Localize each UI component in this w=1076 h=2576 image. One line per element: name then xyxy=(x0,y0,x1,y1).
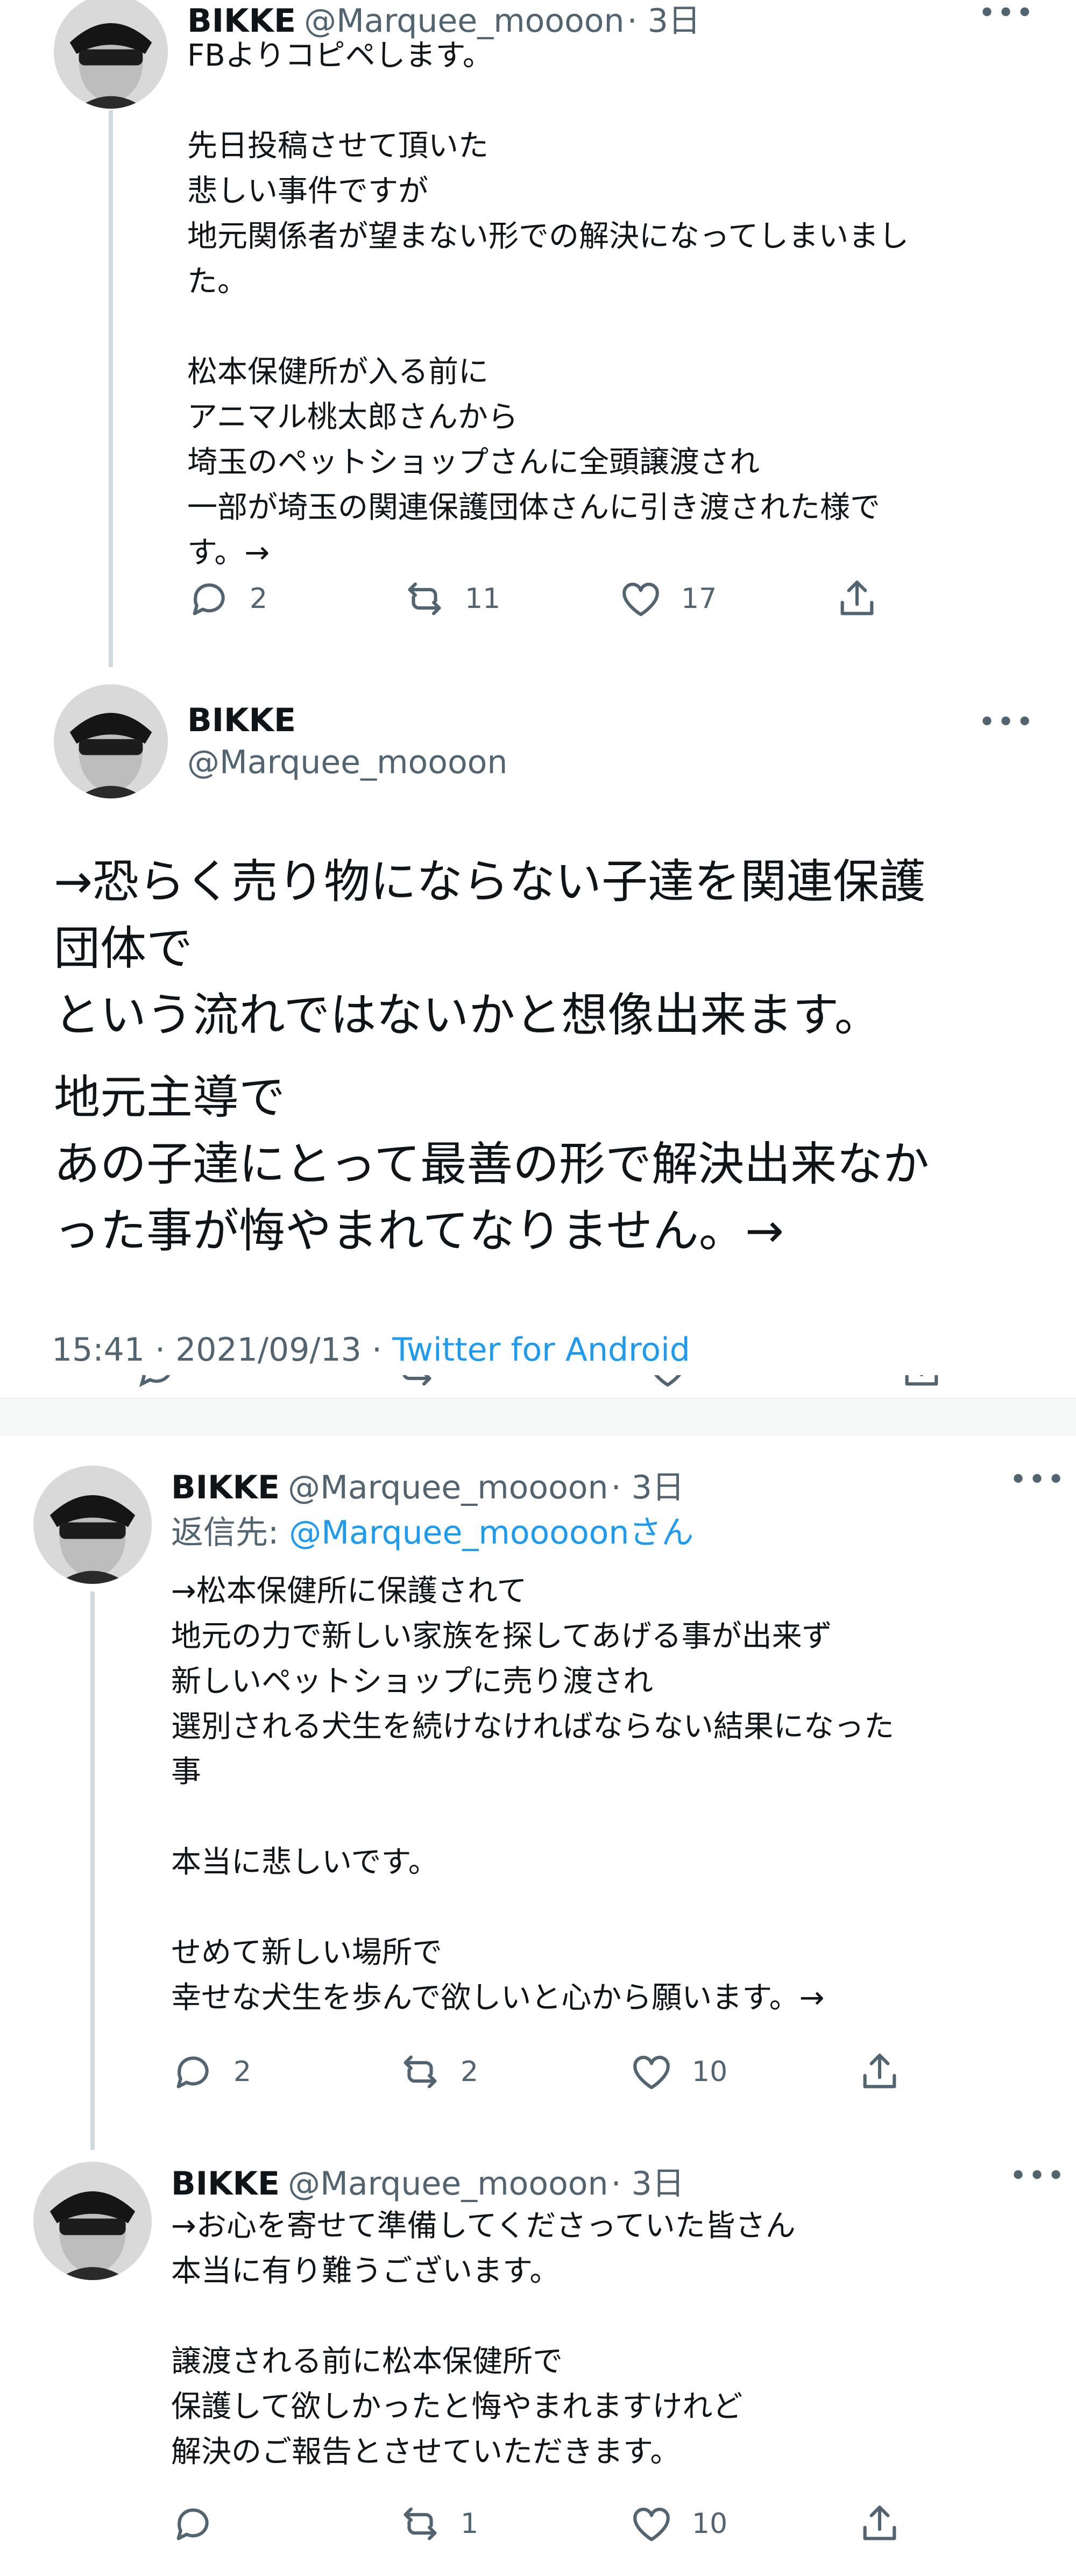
tweet-time[interactable]: · 3日 xyxy=(611,1469,684,1506)
like-count: 10 xyxy=(692,2056,728,2088)
thread-line xyxy=(109,110,113,667)
avatar[interactable] xyxy=(33,2162,152,2280)
heart-icon xyxy=(633,2507,670,2542)
retweet-count: 1 xyxy=(461,2508,479,2540)
retweet-count: 2 xyxy=(461,2056,479,2088)
tweet-meta: 15:41 · 2021/09/13 · Twitter for Android xyxy=(52,1331,690,1369)
retweet-icon xyxy=(404,2055,437,2089)
reply-count: 2 xyxy=(233,2056,252,2088)
replying-to: 返信先: @Marquee_mooooonさん xyxy=(171,1506,693,1553)
more-options-icon[interactable]: ••• xyxy=(1009,1462,1066,1497)
like-button[interactable]: 17 xyxy=(619,577,717,621)
share-icon xyxy=(863,2054,896,2089)
retweet-button[interactable]: 2 xyxy=(398,2050,478,2094)
reply-button[interactable]: 2 xyxy=(171,2050,251,2094)
more-options-icon[interactable]: ••• xyxy=(1009,2159,1066,2193)
source-link[interactable]: Twitter for Android xyxy=(392,1331,690,1369)
display-name[interactable]: BIKKE xyxy=(171,1469,280,1506)
reply-count: 2 xyxy=(250,583,268,615)
retweet-icon xyxy=(408,582,441,615)
reply-icon xyxy=(193,583,225,615)
retweet-icon[interactable] xyxy=(393,1375,437,1391)
retweet-icon xyxy=(404,2507,437,2540)
like-count: 17 xyxy=(681,583,717,615)
tweet-text: →松本保健所に保護されて 地元の力で新しい家族を探してあげる事が出来ず 新しいペ… xyxy=(171,1574,894,2015)
reply-icon xyxy=(176,2508,209,2540)
handle[interactable]: @Marquee_moooon xyxy=(288,1469,608,1506)
retweet-count: 11 xyxy=(465,583,501,615)
heart-icon xyxy=(633,2055,670,2090)
reply-icon[interactable] xyxy=(134,1375,179,1391)
like-button[interactable]: 10 xyxy=(629,2502,727,2546)
retweet-button[interactable]: 1 xyxy=(398,2502,478,2546)
replying-to-label: 返信先: xyxy=(171,1514,289,1552)
share-button[interactable] xyxy=(858,2050,902,2094)
share-button[interactable] xyxy=(858,2502,902,2546)
avatar-image xyxy=(33,1466,152,1584)
avatar[interactable] xyxy=(54,0,168,109)
reply-button[interactable] xyxy=(171,2502,233,2546)
avatar-image xyxy=(54,684,168,798)
more-options-icon[interactable]: ••• xyxy=(978,0,1035,31)
tweet-text: FBよりコピペします。 先日投稿させて頂いた 悲しい事件ですが 地元関係者が望ま… xyxy=(187,38,909,570)
tweet-text-paragraph-2: 地元主導で あの子達にとって最善の形で解決出来なか った事が悔やまれてなりません… xyxy=(54,1071,930,1258)
handle[interactable]: @Marquee_moooon xyxy=(187,744,507,781)
avatar[interactable] xyxy=(33,1466,152,1584)
share-icon xyxy=(863,2506,896,2540)
thread-line xyxy=(90,1591,95,2150)
share-icon[interactable] xyxy=(900,1375,944,1391)
more-options-icon[interactable]: ••• xyxy=(978,705,1035,740)
like-count: 10 xyxy=(692,2508,728,2540)
timestamp[interactable]: 15:41 · 2021/09/13 · xyxy=(52,1331,392,1369)
tweet-text: →恐らく売り物にならない子達を関連保護 団体で という流れではないかと想像出来ま… xyxy=(54,855,926,1042)
avatar-image xyxy=(33,2162,152,2280)
section-gap xyxy=(0,1399,1076,1434)
heart-icon[interactable] xyxy=(646,1375,690,1391)
replying-to-handle[interactable]: @Marquee_mooooonさん xyxy=(289,1514,693,1552)
avatar[interactable] xyxy=(54,684,168,798)
display-name[interactable]: BIKKE xyxy=(171,2165,280,2203)
share-button[interactable] xyxy=(835,577,879,621)
tweet-text: →お心を寄せて準備してくださっていた皆さん 本当に有り難うございます。 譲渡され… xyxy=(171,2209,796,2469)
divider xyxy=(0,1434,1076,1435)
retweet-button[interactable]: 11 xyxy=(402,577,500,621)
reply-button[interactable]: 2 xyxy=(187,577,267,621)
tweet-time[interactable]: · 3日 xyxy=(611,2165,684,2203)
like-button[interactable]: 10 xyxy=(629,2050,727,2094)
reply-icon xyxy=(176,2056,209,2089)
heart-icon xyxy=(622,582,659,617)
handle[interactable]: @Marquee_moooon xyxy=(288,2165,608,2203)
avatar-image xyxy=(54,0,168,109)
display-name[interactable]: BIKKE xyxy=(187,702,296,739)
share-icon xyxy=(840,581,874,615)
